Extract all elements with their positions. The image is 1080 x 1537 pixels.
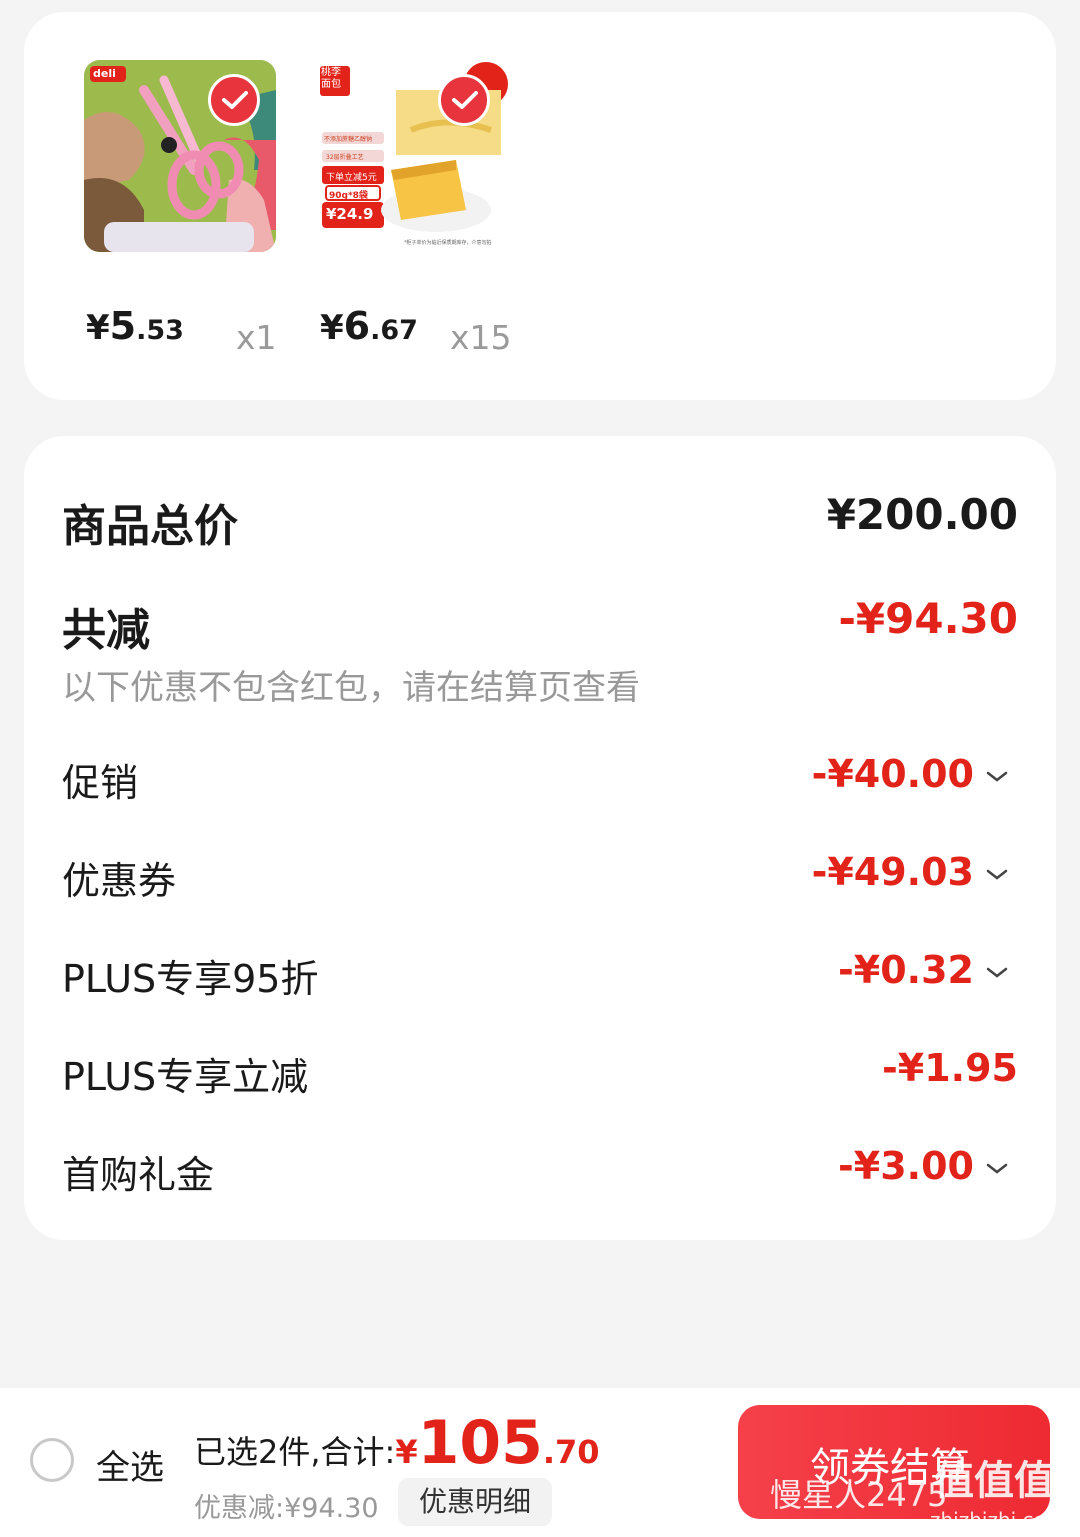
total-decimal: .70 — [542, 1433, 600, 1471]
discount-detail-label: 优惠明细 — [418, 1485, 531, 1518]
discount-row-plus-95[interactable]: PLUS专享95折 -¥0.32 — [62, 948, 1018, 1004]
discount-value-wrap[interactable]: -¥49.03 — [812, 850, 1008, 894]
watermark-user: 慢星人2475 — [770, 1476, 948, 1514]
selected-count-text: 已选2件,合计: — [194, 1433, 396, 1471]
discount-note: 以下优惠不包含红包，请在结算页查看 — [62, 668, 640, 708]
price-decimal: .67 — [370, 315, 418, 346]
product-footnote: *柜子单价为临近保质期库存，介意勿拍 — [404, 240, 492, 246]
promo-text: 90g*8袋 — [329, 191, 368, 201]
discount-detail-button[interactable]: 优惠明细 — [398, 1478, 552, 1526]
total-currency: ¥ — [395, 1433, 418, 1471]
discount-row-plus-instant: PLUS专享立减 -¥1.95 — [62, 1046, 1018, 1102]
total-price-value: ¥200.00 — [826, 490, 1018, 539]
total-discount-value: -¥94.30 — [838, 594, 1018, 643]
discount-row-first-purchase[interactable]: 首购礼金 -¥3.00 — [62, 1144, 1018, 1200]
total-price-row: 商品总价 ¥200.00 — [62, 490, 1018, 552]
discount-value: -¥3.00 — [838, 1144, 974, 1188]
promo-text: 32层折叠工艺 — [326, 154, 364, 161]
product-quantity: x15 — [450, 318, 512, 357]
product-quantity: x1 — [236, 318, 277, 357]
discount-value: -¥0.32 — [838, 948, 974, 992]
selection-total: 已选2件,合计:¥105.70 — [194, 1408, 600, 1478]
select-all-radio[interactable] — [30, 1438, 74, 1482]
selected-check-icon[interactable] — [208, 74, 260, 126]
discount-label: 首购礼金 — [62, 1153, 215, 1197]
discount-value: -¥1.95 — [882, 1046, 1018, 1090]
product-price: ¥5.53 — [86, 304, 184, 348]
discount-label: 促销 — [62, 761, 139, 805]
chevron-down-icon[interactable] — [986, 771, 1008, 783]
discount-value-wrap[interactable]: -¥3.00 — [838, 1144, 1008, 1188]
discount-value: -¥49.03 — [811, 850, 974, 894]
chevron-down-icon[interactable] — [986, 869, 1008, 881]
deli-logo: deli — [93, 67, 116, 80]
promo-text: 不添加蔗糖乙醇钠 — [324, 136, 373, 143]
discount-label: 优惠券 — [62, 859, 177, 903]
selected-check-icon[interactable] — [438, 74, 490, 126]
chevron-down-icon[interactable] — [986, 967, 1008, 979]
product-image[interactable]: deli — [84, 60, 276, 252]
total-price-label: 商品总价 — [62, 501, 238, 552]
total-integer: 105 — [417, 1408, 543, 1478]
chevron-down-icon[interactable] — [986, 1163, 1008, 1175]
watermark-logo: 值值值 — [934, 1458, 1054, 1504]
discount-label: PLUS专享立减 — [62, 1055, 309, 1099]
discount-note-row: 以下优惠不包含红包，请在结算页查看 — [62, 660, 1018, 708]
products-card: deli ¥5.53 x1 桃李 面包 不添加蔗糖乙醇钠 32层折叠工艺 下单立… — [24, 12, 1056, 400]
discount-value-wrap[interactable]: -¥0.32 — [838, 948, 1008, 992]
total-discount-row: 共减 -¥94.30 — [62, 594, 1018, 656]
discount-value: -¥40.00 — [811, 752, 974, 796]
select-all-label[interactable]: 全选 — [96, 1440, 164, 1489]
price-decimal: .53 — [136, 315, 184, 346]
discount-row-coupon[interactable]: 优惠券 -¥49.03 — [62, 850, 1018, 906]
product-price: ¥6.67 — [320, 304, 418, 348]
price-summary-card: 商品总价 ¥200.00 共减 -¥94.30 以下优惠不包含红包，请在结算页查… — [24, 436, 1056, 1240]
price-integer: 6 — [343, 304, 371, 348]
product-item[interactable]: deli — [84, 60, 280, 252]
brand-tag: 桃李 面包 — [321, 67, 341, 90]
promo-price: ¥24.9 — [326, 205, 374, 223]
price-currency: ¥ — [320, 308, 344, 348]
discount-value-wrap[interactable]: -¥40.00 — [812, 752, 1008, 796]
discount-label: PLUS专享95折 — [62, 957, 319, 1001]
total-discount-label: 共减 — [62, 605, 150, 656]
product-image[interactable]: 桃李 面包 不添加蔗糖乙醇钠 32层折叠工艺 下单立减5元 90g*8袋 ¥24… — [316, 60, 508, 252]
price-integer: 5 — [109, 304, 137, 348]
watermark-url: zhizhizhi.com — [930, 1508, 1066, 1532]
promo-text: 下单立减5元 — [326, 173, 377, 183]
saved-amount-text: 优惠减:¥94.30 — [194, 1493, 379, 1524]
product-item[interactable]: 桃李 面包 不添加蔗糖乙醇钠 32层折叠工艺 下单立减5元 90g*8袋 ¥24… — [316, 60, 512, 252]
price-currency: ¥ — [86, 308, 110, 348]
discount-row-promotion[interactable]: 促销 -¥40.00 — [62, 752, 1018, 808]
